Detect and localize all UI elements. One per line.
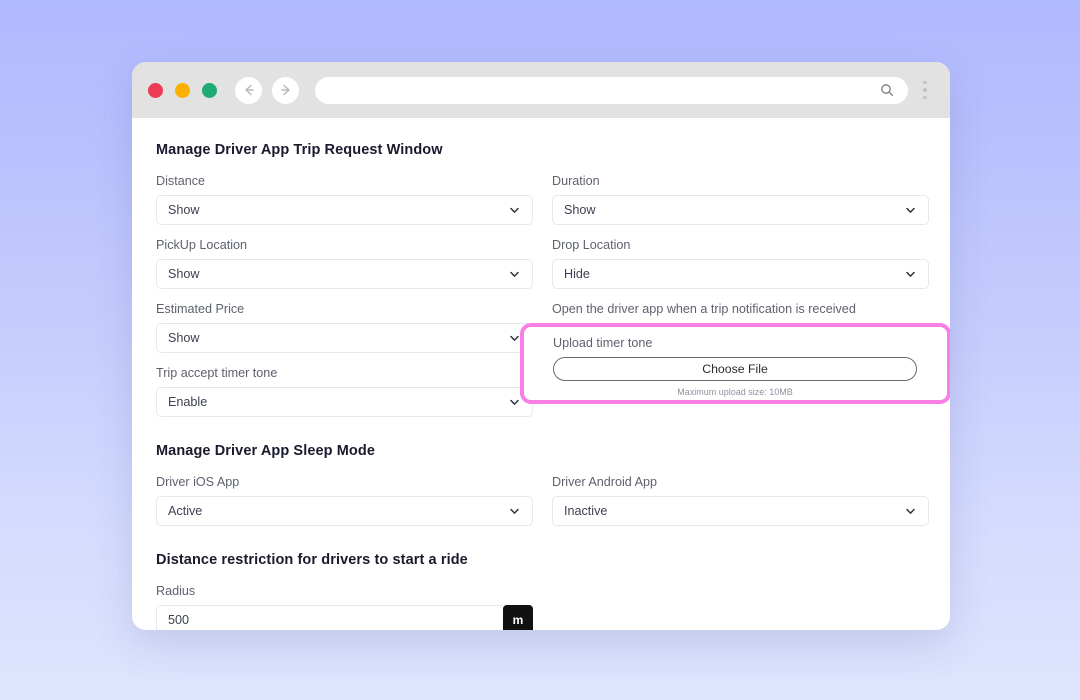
field-driver-android-app: Driver Android App Inactive <box>552 475 929 526</box>
label-radius: Radius <box>156 584 196 598</box>
select-driver-android-app[interactable]: Inactive <box>552 496 929 526</box>
select-driver-ios-app[interactable]: Active <box>156 496 533 526</box>
field-trip-accept-timer-tone: Trip accept timer tone Enable <box>156 366 533 417</box>
kebab-dot-3 <box>923 95 927 100</box>
upload-size-hint: Maximum upload size: 10MB <box>677 387 793 397</box>
browser-chrome <box>132 62 950 118</box>
label-drop-location: Drop Location <box>552 238 631 252</box>
settings-page: Manage Driver App Trip Request Window Di… <box>132 118 950 630</box>
select-drop-location[interactable]: Hide <box>552 259 929 289</box>
choose-file-button[interactable]: Choose File <box>553 357 917 381</box>
chevron-down-icon <box>904 204 917 217</box>
field-radius: Radius 500 m <box>156 584 923 630</box>
back-button[interactable] <box>235 76 262 104</box>
label-distance: Distance <box>156 174 205 188</box>
minimize-window-button[interactable] <box>175 82 190 98</box>
browser-window: Manage Driver App Trip Request Window Di… <box>132 62 950 630</box>
browser-menu-button[interactable] <box>912 73 938 107</box>
label-trip-accept-timer-tone: Trip accept timer tone <box>156 366 278 380</box>
select-duration[interactable]: Show <box>552 195 929 225</box>
chevron-down-icon <box>508 505 521 518</box>
label-open-driver-app: Open the driver app when a trip notifica… <box>552 302 856 316</box>
label-driver-ios-app: Driver iOS App <box>156 475 240 489</box>
navigation-buttons <box>235 76 299 104</box>
address-bar[interactable] <box>315 76 908 104</box>
select-trip-accept-timer-tone-value: Enable <box>168 395 208 409</box>
kebab-dot-1 <box>923 80 927 85</box>
label-pickup-location: PickUp Location <box>156 238 248 252</box>
field-pickup-location: PickUp Location Show <box>156 238 533 289</box>
label-upload-timer-tone: Upload timer tone <box>553 336 653 350</box>
section-title-sleep-mode: Manage Driver App Sleep Mode <box>156 443 376 459</box>
field-duration: Duration Show <box>552 174 929 225</box>
field-driver-ios-app: Driver iOS App Active <box>156 475 533 526</box>
label-estimated-price: Estimated Price <box>156 302 245 316</box>
search-icon[interactable] <box>880 83 894 97</box>
select-distance-value: Show <box>168 203 200 217</box>
arrow-right-icon <box>280 84 290 96</box>
chevron-down-icon <box>904 268 917 281</box>
traffic-light-buttons <box>148 82 217 98</box>
select-driver-ios-app-value: Active <box>168 504 203 518</box>
maximize-window-button[interactable] <box>202 82 217 98</box>
field-estimated-price: Estimated Price Show <box>156 302 533 353</box>
field-distance: Distance Show <box>156 174 533 225</box>
radius-input[interactable]: 500 <box>156 605 503 630</box>
radius-unit-badge: m <box>503 605 533 630</box>
select-pickup-location[interactable]: Show <box>156 259 533 289</box>
select-pickup-location-value: Show <box>168 267 200 281</box>
select-estimated-price-value: Show <box>168 331 200 345</box>
select-driver-android-app-value: Inactive <box>564 504 608 518</box>
select-distance[interactable]: Show <box>156 195 533 225</box>
label-driver-android-app: Driver Android App <box>552 475 658 489</box>
field-drop-location: Drop Location Hide <box>552 238 929 289</box>
chevron-down-icon <box>508 396 521 409</box>
section-title-distance-restriction: Distance restriction for drivers to star… <box>156 552 468 568</box>
select-drop-location-value: Hide <box>564 267 590 281</box>
chevron-down-icon <box>904 505 917 518</box>
radius-input-group: 500 m <box>156 605 533 630</box>
section-title-trip-request: Manage Driver App Trip Request Window <box>156 142 443 158</box>
kebab-dot-2 <box>923 88 927 92</box>
arrow-left-icon <box>244 84 254 96</box>
label-duration: Duration <box>552 174 600 188</box>
close-window-button[interactable] <box>148 82 163 98</box>
sleep-mode-fields: Driver iOS App Active Driver Android App… <box>156 475 929 526</box>
upload-timer-tone-panel: Upload timer tone Choose File Maximum up… <box>520 323 950 404</box>
forward-button[interactable] <box>272 76 299 104</box>
select-duration-value: Show <box>564 203 596 217</box>
chevron-down-icon <box>508 204 521 217</box>
select-trip-accept-timer-tone[interactable]: Enable <box>156 387 533 417</box>
chevron-down-icon <box>508 268 521 281</box>
select-estimated-price[interactable]: Show <box>156 323 533 353</box>
